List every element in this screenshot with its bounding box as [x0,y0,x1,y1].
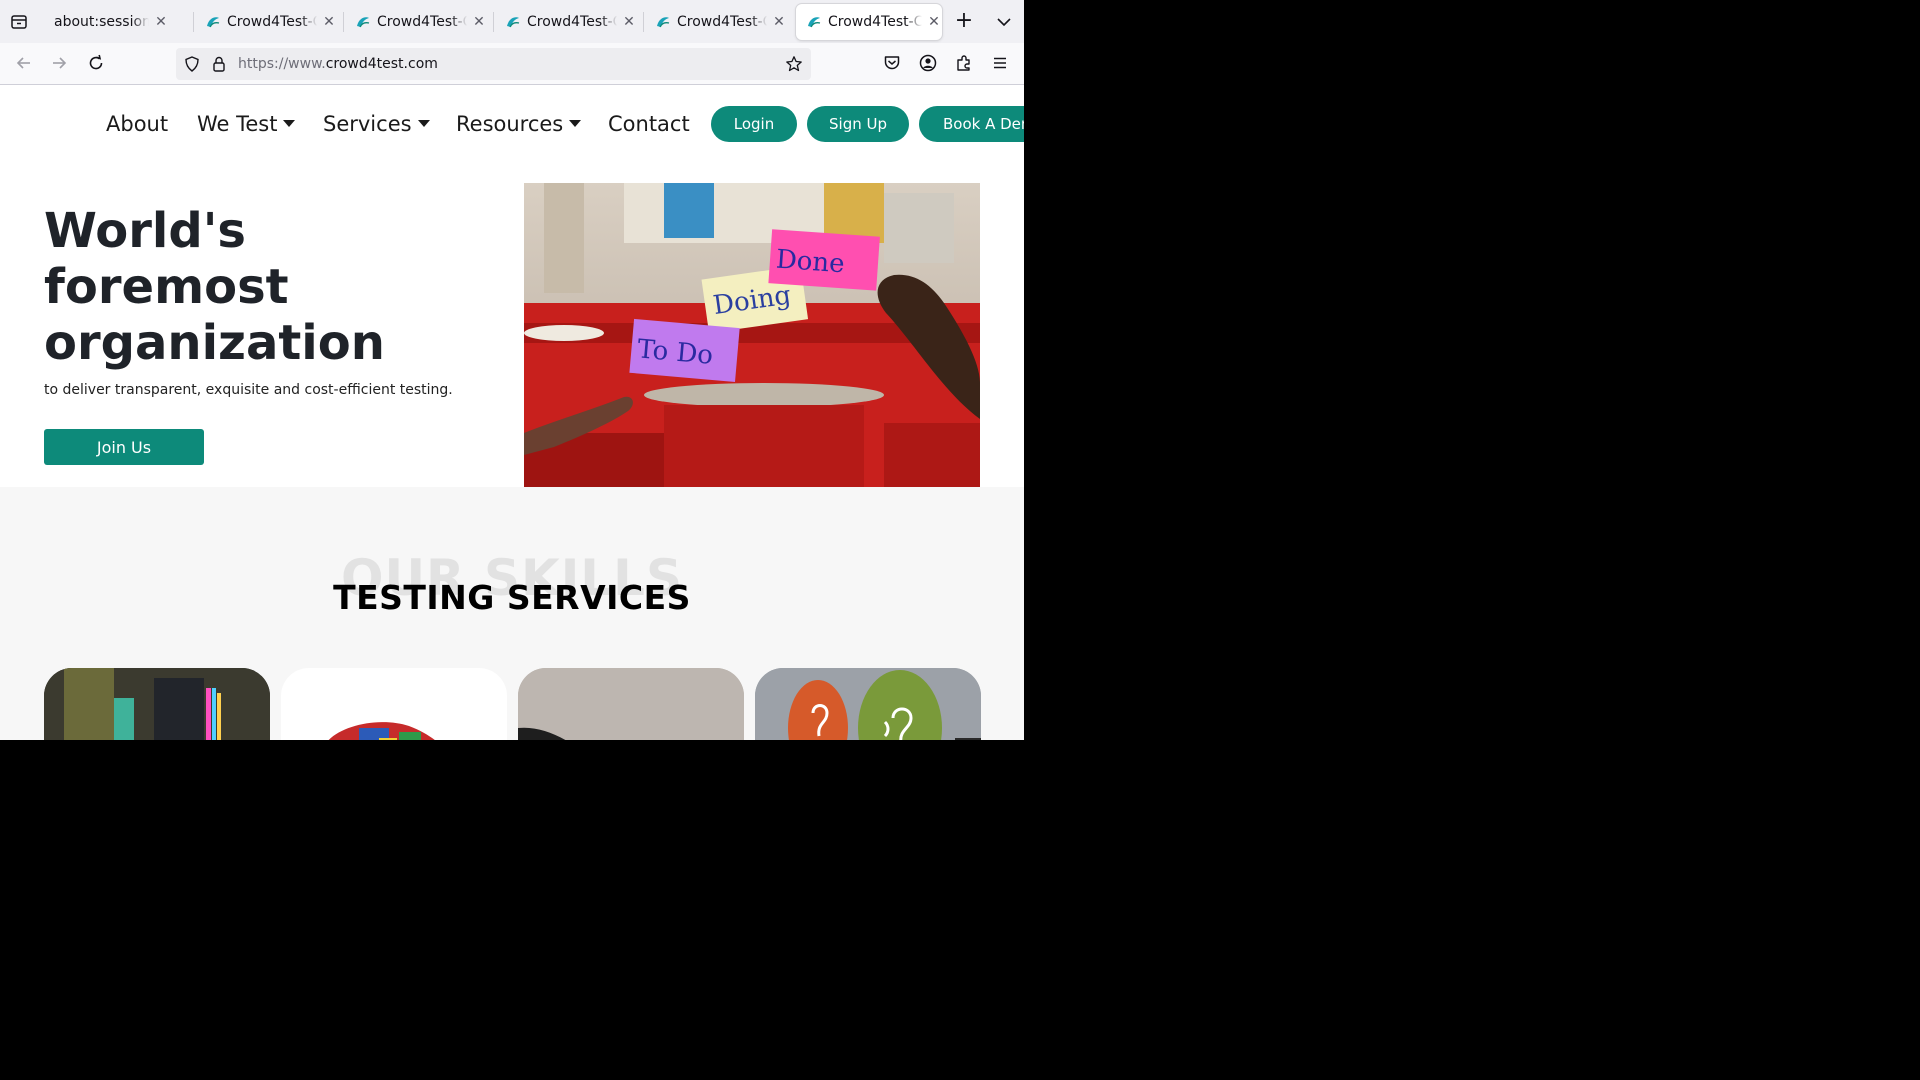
site-navigation: About We Test Services Resources Contact… [0,85,1024,163]
crowd4test-favicon-icon [657,17,670,28]
menu-icon[interactable] [990,53,1010,73]
close-icon[interactable]: ✕ [621,14,637,30]
reload-icon[interactable] [86,53,106,73]
service-card-4[interactable] [755,668,981,740]
close-icon[interactable]: ✕ [321,14,337,30]
close-icon[interactable]: ✕ [153,14,169,30]
service-card-1-image [44,668,270,740]
tab-crowd4test-4[interactable]: Crowd4Test-Crowdtesting ✕ [645,4,787,40]
tab-sessionrestore[interactable]: about:sessionrestore ✕ [42,4,184,40]
caret-down-icon [283,120,296,127]
service-card-3[interactable] [518,668,744,740]
tab-title: Crowd4Test-Crowdtesting [227,14,317,30]
pocket-icon[interactable] [882,53,902,73]
close-icon[interactable]: ✕ [471,14,487,30]
nav-resources-link[interactable]: Resources [456,112,582,136]
web-page: About We Test Services Resources Contact… [0,85,1024,740]
nav-about-link[interactable]: About [106,112,168,136]
back-arrow-icon[interactable] [14,53,34,73]
browser-window: about:sessionrestore ✕ Crowd4Test-Crowdt… [0,0,1024,740]
globe-flags-icon [328,722,435,740]
plus-icon[interactable]: + [953,10,975,33]
tab-title: Crowd4Test-Crowdtesting [377,14,467,30]
nav-we-test-link[interactable]: We Test [197,112,296,136]
tab-title: Crowd4Test-Crowdtesting [527,14,617,30]
url-text[interactable]: https://www.crowd4test.com [238,56,438,72]
hero-kanban-photo: Doing Done To Do [524,183,980,487]
crowd4test-favicon-icon [207,17,220,28]
caret-down-icon [569,120,582,127]
star-icon[interactable] [785,55,803,73]
account-icon[interactable] [918,53,938,73]
close-icon[interactable]: ✕ [926,14,942,30]
join-us-button[interactable]: Join Us [44,429,204,465]
login-button[interactable]: Login [711,106,797,142]
tab-title: Crowd4Test-Crowdtesting [828,14,922,30]
navigation-toolbar: https://www.crowd4test.com [0,43,1024,85]
hero-title: World's foremost organization [44,203,385,371]
chevron-down-icon[interactable] [994,12,1014,32]
book-demo-button[interactable]: Book A Demo [919,106,1024,142]
crowd4test-favicon-icon [808,17,821,28]
hero-subtitle: to deliver transparent, exquisite and co… [44,382,453,398]
tab-crowd4test-2[interactable]: Crowd4Test-Crowdtesting ✕ [345,4,487,40]
crowd4test-favicon-icon [357,17,370,28]
url-bar[interactable]: https://www.crowd4test.com [176,48,811,80]
extensions-icon[interactable] [954,53,974,73]
shield-icon[interactable] [183,55,201,73]
skills-section: OUR SKILLS TESTING SERVICES [0,487,1024,740]
forward-arrow-icon[interactable] [49,53,69,73]
tab-title: about:sessionrestore [54,14,149,30]
tab-crowd4test-active[interactable]: Crowd4Test-Crowdtesting ✕ [796,4,942,40]
nav-services-link[interactable]: Services [323,112,430,136]
service-card-1[interactable] [44,668,270,740]
caret-down-icon [417,120,430,127]
note-done: Done [775,245,846,280]
skills-heading: TESTING SERVICES [333,578,691,617]
accessibility-ear-icon [755,668,981,740]
sign-up-button[interactable]: Sign Up [807,106,909,142]
tab-strip: about:sessionrestore ✕ Crowd4Test-Crowdt… [0,0,1024,43]
crowd4test-favicon-icon [507,17,520,28]
service-card-3-image [518,668,744,740]
tab-title: Crowd4Test-Crowdtesting [677,14,767,30]
tab-list-icon[interactable] [10,13,28,31]
close-icon[interactable]: ✕ [771,14,787,30]
tab-crowd4test-1[interactable]: Crowd4Test-Crowdtesting ✕ [195,4,337,40]
nav-contact-link[interactable]: Contact [608,112,690,136]
lock-icon[interactable] [210,55,228,73]
tab-crowd4test-3[interactable]: Crowd4Test-Crowdtesting ✕ [495,4,637,40]
service-card-2[interactable] [281,668,507,740]
